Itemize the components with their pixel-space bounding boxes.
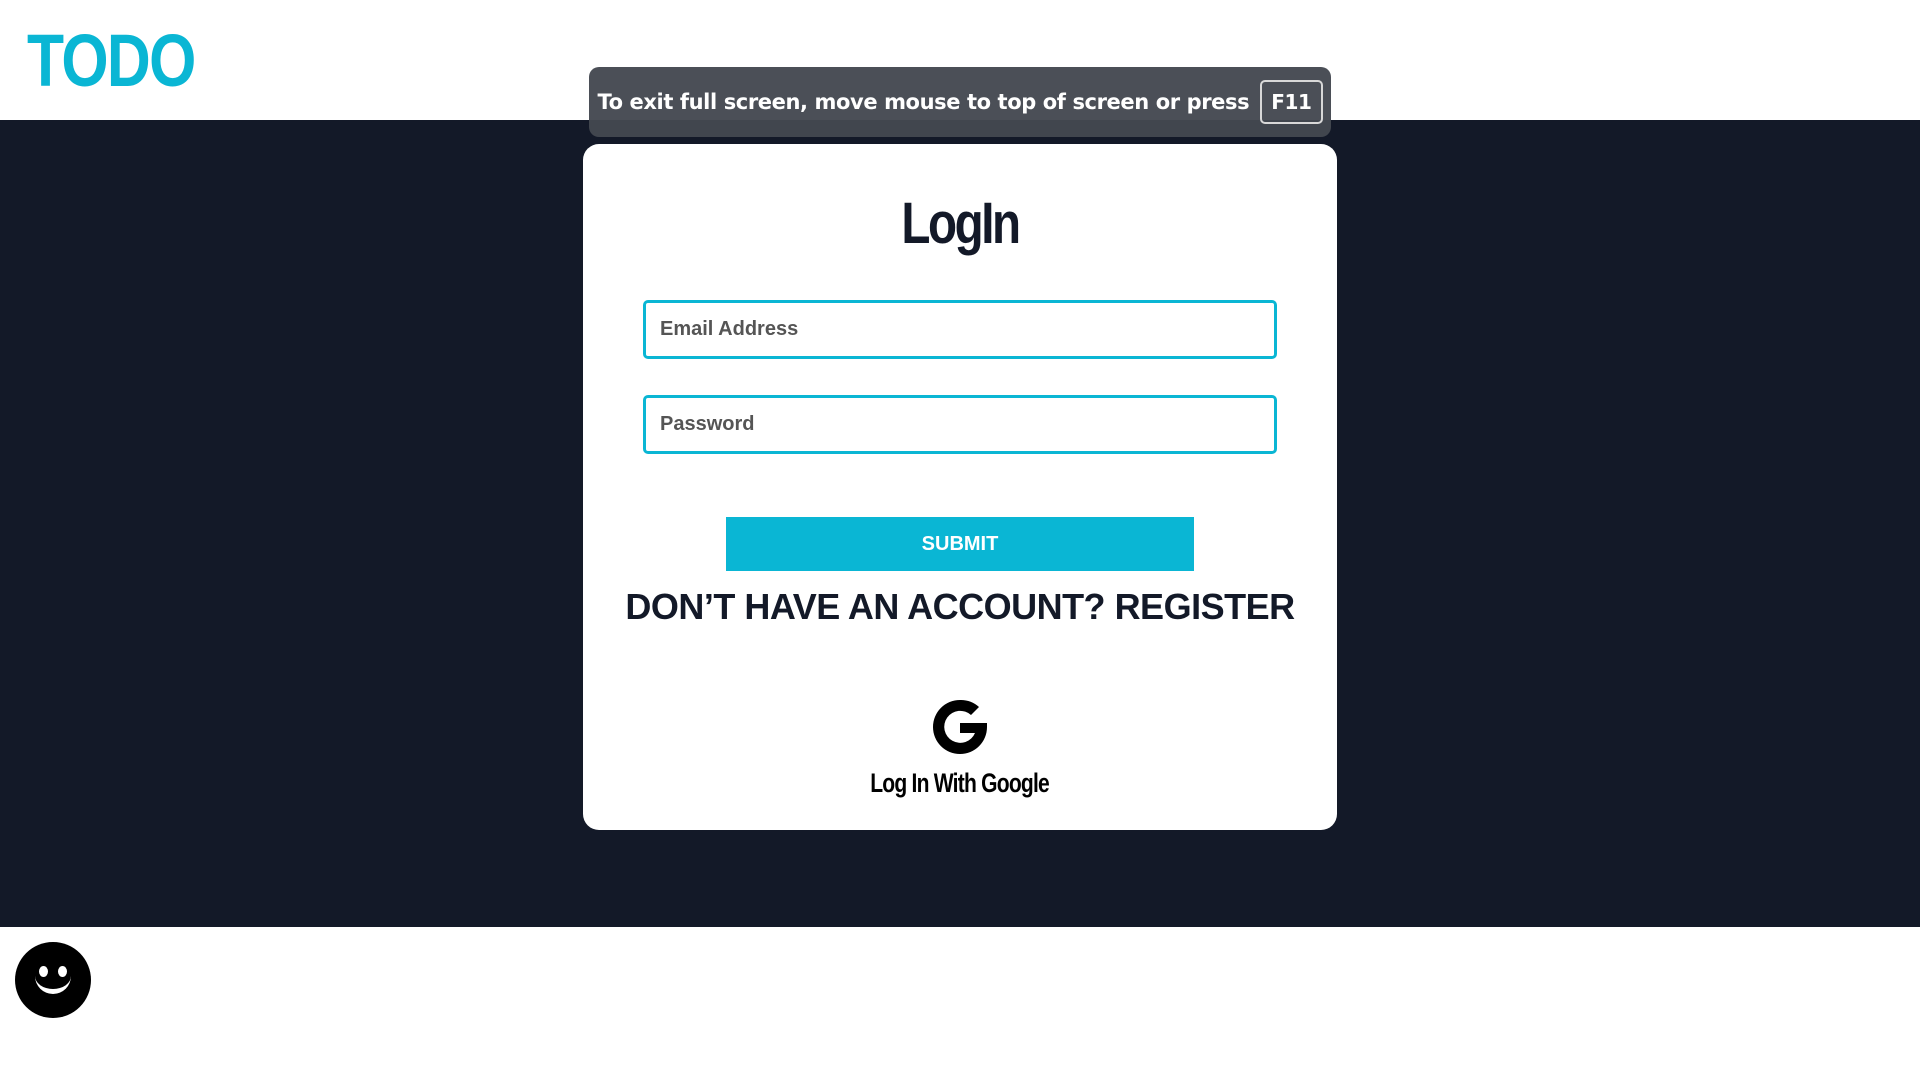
fullscreen-exit-banner: To exit full screen, move mouse to top o… bbox=[589, 67, 1331, 137]
footer bbox=[0, 927, 1920, 1080]
login-title: LogIn bbox=[901, 191, 1021, 256]
app-logo[interactable]: TODO bbox=[27, 24, 196, 98]
google-login-label: Log In With Google bbox=[870, 768, 1051, 798]
smiley-mouth bbox=[35, 972, 71, 994]
submit-button[interactable]: SUBMIT bbox=[726, 517, 1194, 571]
google-login-button[interactable]: Log In With Google bbox=[583, 696, 1337, 799]
google-g-icon bbox=[933, 699, 987, 754]
login-card: LogIn SUBMIT DON’T HAVE AN ACCOUNT? REGI… bbox=[583, 144, 1337, 830]
email-field[interactable] bbox=[643, 300, 1277, 359]
register-prompt: DON’T HAVE AN ACCOUNT? REGISTER bbox=[583, 586, 1337, 628]
register-question: DON’T HAVE AN ACCOUNT? bbox=[625, 586, 1106, 627]
main-area: LogIn SUBMIT DON’T HAVE AN ACCOUNT? REGI… bbox=[0, 120, 1920, 927]
password-field[interactable] bbox=[643, 395, 1277, 454]
register-link[interactable]: REGISTER bbox=[1115, 586, 1296, 627]
smiley-face-icon[interactable] bbox=[15, 942, 91, 1018]
fullscreen-key-hint: F11 bbox=[1260, 80, 1323, 124]
fullscreen-message: To exit full screen, move mouse to top o… bbox=[597, 90, 1250, 114]
